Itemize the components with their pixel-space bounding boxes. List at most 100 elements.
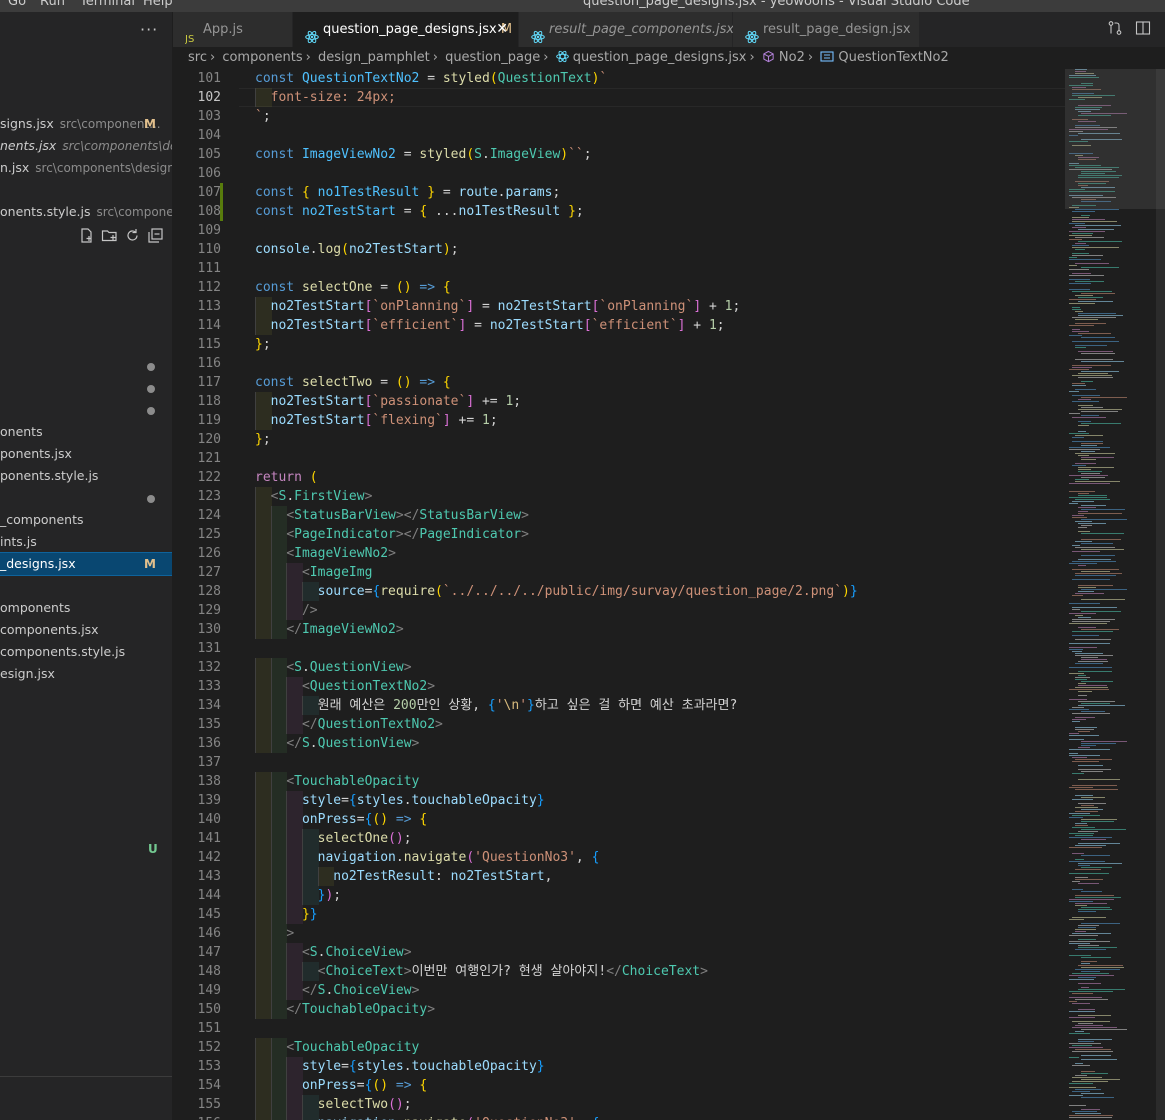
code-line[interactable]: return ( <box>255 468 1065 487</box>
code-line[interactable] <box>255 449 1065 468</box>
open-editor-item[interactable]: onents.style.js src\component... <box>0 201 172 223</box>
menu-go[interactable]: Go <box>8 0 26 9</box>
code-line[interactable] <box>255 639 1065 658</box>
breadcrumb-item[interactable]: design_pamphlet <box>318 50 430 65</box>
code-line[interactable]: no2TestResult: no2TestStart, <box>255 867 1065 886</box>
tree-item-selected[interactable]: _designs.jsx M <box>0 552 172 576</box>
code-line[interactable]: </S.ChoiceView> <box>255 981 1065 1000</box>
tree-item[interactable]: components.jsx <box>0 619 172 641</box>
tree-item[interactable]: ponents.style.js <box>0 465 172 487</box>
tree-item[interactable]: ponents.jsx <box>0 443 172 465</box>
open-changes-icon[interactable] <box>1107 20 1123 40</box>
breadcrumb-item[interactable]: question_page <box>445 50 540 65</box>
code-line[interactable]: selectTwo(); <box>255 1095 1065 1114</box>
code-line[interactable]: const QuestionTextNo2 = styled(QuestionT… <box>255 69 1065 88</box>
new-folder-icon[interactable] <box>101 227 118 244</box>
tab-result-page-components[interactable]: result_page_components.jsx <box>519 12 735 47</box>
code-line[interactable]: navigation.navigate('QuestionNo3', { <box>255 1114 1065 1120</box>
new-file-icon[interactable] <box>78 227 95 244</box>
breadcrumb-item[interactable]: QuestionTextNo2 <box>838 50 948 65</box>
code-lines[interactable]: const QuestionTextNo2 = styled(QuestionT… <box>255 69 1065 1120</box>
breadcrumb-item[interactable]: question_page_designs.jsx <box>573 50 747 65</box>
code-line[interactable]: }); <box>255 886 1065 905</box>
refresh-icon[interactable] <box>124 227 141 244</box>
code-line[interactable] <box>255 164 1065 183</box>
tab-app-js[interactable]: JS App.js <box>173 12 293 47</box>
code-line[interactable]: const ImageViewNo2 = styled(S.ImageView)… <box>255 145 1065 164</box>
code-line[interactable]: }; <box>255 335 1065 354</box>
code-line[interactable] <box>255 221 1065 240</box>
code-line[interactable]: <TouchableOpacity <box>255 1038 1065 1057</box>
code-line[interactable]: no2TestStart[`onPlanning`] = no2TestStar… <box>255 297 1065 316</box>
collapse-all-icon[interactable] <box>147 227 164 244</box>
minimap-slider[interactable] <box>1065 69 1165 209</box>
code-line[interactable]: no2TestStart[`passionate`] += 1; <box>255 392 1065 411</box>
split-editor-icon[interactable] <box>1135 20 1151 40</box>
code-line[interactable]: <S.FirstView> <box>255 487 1065 506</box>
menu-run[interactable]: Run <box>40 0 65 9</box>
code-line[interactable]: > <box>255 924 1065 943</box>
code-line[interactable]: }} <box>255 905 1065 924</box>
tree-item[interactable]: onents <box>0 421 172 443</box>
breadcrumb-item[interactable]: components <box>222 50 302 65</box>
code-line[interactable]: font-size: 24px; <box>255 88 1065 107</box>
code-line[interactable]: const selectOne = () => { <box>255 278 1065 297</box>
tree-item[interactable]: _components <box>0 509 172 531</box>
code-line[interactable]: </S.QuestionView> <box>255 734 1065 753</box>
code-line[interactable]: `; <box>255 107 1065 126</box>
tree-item[interactable]: components.style.js <box>0 641 172 663</box>
code-line[interactable]: }; <box>255 430 1065 449</box>
menu-terminal[interactable]: Terminal <box>80 0 135 9</box>
tab-result-page-design[interactable]: result_page_design.jsx <box>733 12 920 47</box>
breadcrumb-item[interactable]: src <box>188 50 207 65</box>
code-line[interactable]: onPress={() => { <box>255 810 1065 829</box>
code-line[interactable] <box>255 259 1065 278</box>
breadcrumb-item[interactable]: No2 <box>779 50 805 65</box>
code-line[interactable]: <ChoiceText>이번만 여행인가? 현생 살아야지!</ChoiceTe… <box>255 962 1065 981</box>
minimap[interactable] <box>1065 69 1165 1120</box>
code-line[interactable]: <PageIndicator></PageIndicator> <box>255 525 1065 544</box>
code-line[interactable]: no2TestStart[`efficient`] = no2TestStart… <box>255 316 1065 335</box>
code-line[interactable]: <ImageViewNo2> <box>255 544 1065 563</box>
code-line[interactable]: <S.QuestionView> <box>255 658 1065 677</box>
code-line[interactable]: <QuestionTextNo2> <box>255 677 1065 696</box>
code-line[interactable]: </ImageViewNo2> <box>255 620 1065 639</box>
code-line[interactable] <box>255 354 1065 373</box>
close-icon[interactable]: ✕ <box>496 12 508 47</box>
code-line[interactable]: const { no1TestResult } = route.params; <box>255 183 1065 202</box>
code-line[interactable] <box>255 126 1065 145</box>
code-editor[interactable]: 101 102 103 104 105 106 107 108 109 110 111 112 113 1… <box>173 69 1065 1120</box>
code-line[interactable]: 원래 예산은 200만인 상황, {'\n'}하고 싶은 걸 하면 예산 초과라… <box>255 696 1065 715</box>
code-line[interactable]: <S.ChoiceView> <box>255 943 1065 962</box>
code-line[interactable]: selectOne(); <box>255 829 1065 848</box>
code-line[interactable]: <ImageImg <box>255 563 1065 582</box>
code-line[interactable]: style={styles.touchableOpacity} <box>255 791 1065 810</box>
code-line[interactable]: const selectTwo = () => { <box>255 373 1065 392</box>
tree-item[interactable]: ints.js <box>0 531 172 553</box>
code-line[interactable]: console.log(no2TestStart); <box>255 240 1065 259</box>
code-line[interactable]: onPress={() => { <box>255 1076 1065 1095</box>
tab-label: result_page_components.jsx <box>549 22 735 37</box>
minimap-line <box>1078 1039 1112 1040</box>
code-line[interactable] <box>255 1019 1065 1038</box>
code-line[interactable]: no2TestStart[`flexing`] += 1; <box>255 411 1065 430</box>
code-line[interactable]: </TouchableOpacity> <box>255 1000 1065 1019</box>
code-line[interactable]: /> <box>255 601 1065 620</box>
code-line[interactable]: </QuestionTextNo2> <box>255 715 1065 734</box>
vertical-scrollbar[interactable] <box>1156 69 1165 1120</box>
code-line[interactable]: const no2TestStart = { ...no1TestResult … <box>255 202 1065 221</box>
tab-question-page-designs[interactable]: question_page_designs.jsx M ✕ <box>293 12 519 47</box>
open-editor-item[interactable]: nents.jsx src\components\desig... <box>0 135 172 157</box>
open-editor-item[interactable]: n.jsx src\components\design_p... <box>0 157 172 179</box>
more-actions-icon[interactable]: ··· <box>140 20 158 39</box>
open-editor-item[interactable]: signs.jsx src\component... M <box>0 113 172 135</box>
code-line[interactable]: <StatusBarView></StatusBarView> <box>255 506 1065 525</box>
tree-item[interactable]: omponents <box>0 597 172 619</box>
code-line[interactable]: style={styles.touchableOpacity} <box>255 1057 1065 1076</box>
menu-help[interactable]: Help <box>143 0 173 9</box>
code-line[interactable] <box>255 753 1065 772</box>
code-line[interactable]: source={require(`../../../../public/img/… <box>255 582 1065 601</box>
code-line[interactable]: <TouchableOpacity <box>255 772 1065 791</box>
tree-item[interactable]: esign.jsx <box>0 663 172 685</box>
code-line[interactable]: navigation.navigate('QuestionNo3', { <box>255 848 1065 867</box>
